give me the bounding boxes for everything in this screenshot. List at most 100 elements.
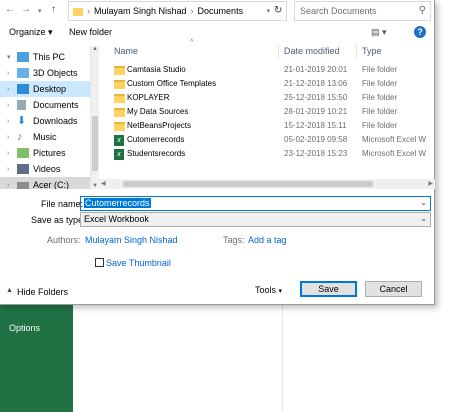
downloads-icon: ⬇ <box>17 115 27 127</box>
file-row[interactable]: KOPLAYER 25-12-2018 15:50 File folder <box>108 92 433 105</box>
folder-icon <box>114 94 125 103</box>
nav-item-downloads[interactable]: › ⬇ Downloads <box>0 113 90 129</box>
file-name: Cutomerrecords <box>127 135 185 144</box>
file-row[interactable]: NetBeansProjects 15-12-2018 15:11 File f… <box>108 120 433 133</box>
back-icon[interactable]: ← <box>5 4 15 15</box>
file-name-field[interactable]: Cutomerrecords ⌄ <box>80 196 431 211</box>
navigation-pane: ▾ This PC › 3D Objects › Desktop › Docum… <box>0 46 91 189</box>
expand-chevron-icon[interactable]: › <box>7 166 17 173</box>
file-row[interactable]: Camtasia Studio 21-01-2019 20:01 File fo… <box>108 64 433 77</box>
new-folder-button[interactable]: New folder <box>69 27 112 37</box>
address-box[interactable]: › Mulayam Singh Nishad › Documents ▾ <box>68 1 287 21</box>
file-list: ^ Name Date modified Type Camtasia Studi… <box>108 39 435 189</box>
cancel-button[interactable]: Cancel <box>365 281 422 297</box>
nav-item-music[interactable]: › ♪ Music <box>0 129 90 145</box>
desktop-icon <box>17 84 29 94</box>
scroll-thumb[interactable] <box>123 181 373 187</box>
save-as-dialog: ← → ▾ ↑ › Mulayam Singh Nishad › Documen… <box>0 0 435 305</box>
hide-folders-button[interactable]: Hide Folders <box>17 287 68 297</box>
expand-chevron-icon[interactable]: › <box>7 182 17 189</box>
drive-icon <box>17 181 29 189</box>
search-icon: ⚲ <box>418 5 426 16</box>
save-as-type-select[interactable]: Excel Workbook ⌄ <box>80 212 431 227</box>
save-thumbnail-checkbox[interactable] <box>95 258 104 267</box>
search-input[interactable]: Search Documents ⚲ <box>294 1 431 21</box>
scroll-left-icon[interactable]: ◀ <box>101 180 106 187</box>
file-name: Custom Office Templates <box>127 79 217 88</box>
expand-chevron-icon[interactable]: › <box>7 150 17 157</box>
recent-locations-icon[interactable]: ▾ <box>38 7 42 15</box>
options-menu-item[interactable]: Options <box>9 323 40 333</box>
file-type: File folder <box>362 79 398 88</box>
nav-item-this-pc[interactable]: ▾ This PC <box>0 49 90 65</box>
breadcrumb-documents[interactable]: Documents <box>198 6 244 16</box>
tags-label: Tags: <box>223 235 245 245</box>
scroll-down-icon[interactable]: ▼ <box>92 183 98 189</box>
chevron-down-icon[interactable]: ⌄ <box>420 198 427 207</box>
save-as-type-value: Excel Workbook <box>84 214 149 224</box>
file-name: NetBeansProjects <box>127 121 192 130</box>
tools-button[interactable]: Tools ▾ <box>255 285 282 295</box>
file-row[interactable]: My Data Sources 28-01-2019 10:21 File fo… <box>108 106 433 119</box>
address-bar-row: ← → ▾ ↑ › Mulayam Singh Nishad › Documen… <box>0 0 435 22</box>
file-date: 21-01-2019 20:01 <box>284 65 348 74</box>
nav-item-label: Desktop <box>33 84 67 94</box>
expand-chevron-icon[interactable]: › <box>7 134 17 141</box>
expand-chevron-icon[interactable]: › <box>7 118 17 125</box>
file-row[interactable]: x Studentsrecords 23-12-2018 15:23 Micro… <box>108 148 433 161</box>
hide-folders-icon[interactable]: ▲ <box>6 287 13 294</box>
folder-icon <box>114 108 125 117</box>
file-list-scrollbar[interactable]: ◀ ▶ <box>99 179 435 189</box>
authors-value[interactable]: Mulayam Singh Nishad <box>85 235 178 245</box>
nav-item-videos[interactable]: › Videos <box>0 161 90 177</box>
nav-item-3d-objects[interactable]: › 3D Objects <box>0 65 90 81</box>
scroll-up-icon[interactable]: ▲ <box>92 46 98 52</box>
organize-button[interactable]: Organize ▾ <box>9 27 53 38</box>
file-type: File folder <box>362 107 398 116</box>
nav-pane-scrollbar[interactable]: ▲ ▼ <box>91 46 99 189</box>
nav-item-desktop[interactable]: › Desktop <box>0 81 90 97</box>
file-row[interactable]: Custom Office Templates 21-12-2018 13:06… <box>108 78 433 91</box>
column-header-type[interactable]: Type <box>362 42 382 60</box>
scroll-right-icon[interactable]: ▶ <box>428 180 433 187</box>
refresh-icon[interactable]: ↻ <box>274 5 282 16</box>
computer-icon <box>17 52 29 62</box>
file-row[interactable]: x Cutomerrecords 05-02-2019 09:58 Micros… <box>108 134 433 147</box>
file-name-label: File name: <box>41 199 84 209</box>
column-divider[interactable] <box>356 44 357 58</box>
file-type: Microsoft Excel W <box>362 149 427 158</box>
nav-item-label: Pictures <box>33 148 66 158</box>
collapse-chevron-icon[interactable]: ▾ <box>7 53 17 61</box>
column-header-date[interactable]: Date modified <box>284 42 340 60</box>
chevron-down-icon: ▾ <box>278 288 283 295</box>
column-divider[interactable] <box>278 44 279 58</box>
up-icon[interactable]: ↑ <box>51 4 56 15</box>
search-placeholder: Search Documents <box>300 6 377 16</box>
file-name: My Data Sources <box>127 107 189 116</box>
breadcrumb-chevron-icon: › <box>190 6 194 16</box>
tags-value[interactable]: Add a tag <box>248 235 287 245</box>
save-button[interactable]: Save <box>300 281 357 297</box>
folder-icon <box>114 66 125 75</box>
address-dropdown-icon[interactable]: ▾ <box>266 7 270 15</box>
file-name-value: Cutomerrecords <box>84 198 151 208</box>
expand-chevron-icon[interactable]: › <box>7 86 17 93</box>
nav-item-pictures[interactable]: › Pictures <box>0 145 90 161</box>
file-date: 25-12-2018 15:50 <box>284 93 348 102</box>
breadcrumb-user[interactable]: Mulayam Singh Nishad <box>94 6 187 16</box>
forward-icon[interactable]: → <box>21 4 31 15</box>
help-icon[interactable]: ? <box>414 26 426 38</box>
scroll-thumb[interactable] <box>92 116 98 171</box>
folder-icon <box>114 80 125 89</box>
save-thumbnail-label[interactable]: Save Thumbnail <box>106 258 171 268</box>
nav-item-acer-drive[interactable]: › Acer (C:) <box>0 177 90 189</box>
column-header-name[interactable]: Name <box>114 42 138 60</box>
folder-icon <box>73 7 83 16</box>
nav-item-label: Acer (C:) <box>33 180 69 189</box>
chevron-down-icon: ⌄ <box>420 214 427 223</box>
excel-icon: x <box>114 135 124 146</box>
view-options-icon[interactable]: ▤ ▾ <box>371 27 387 38</box>
expand-chevron-icon[interactable]: › <box>7 102 17 109</box>
nav-item-documents[interactable]: › Documents <box>0 97 90 113</box>
expand-chevron-icon[interactable]: › <box>7 70 17 77</box>
